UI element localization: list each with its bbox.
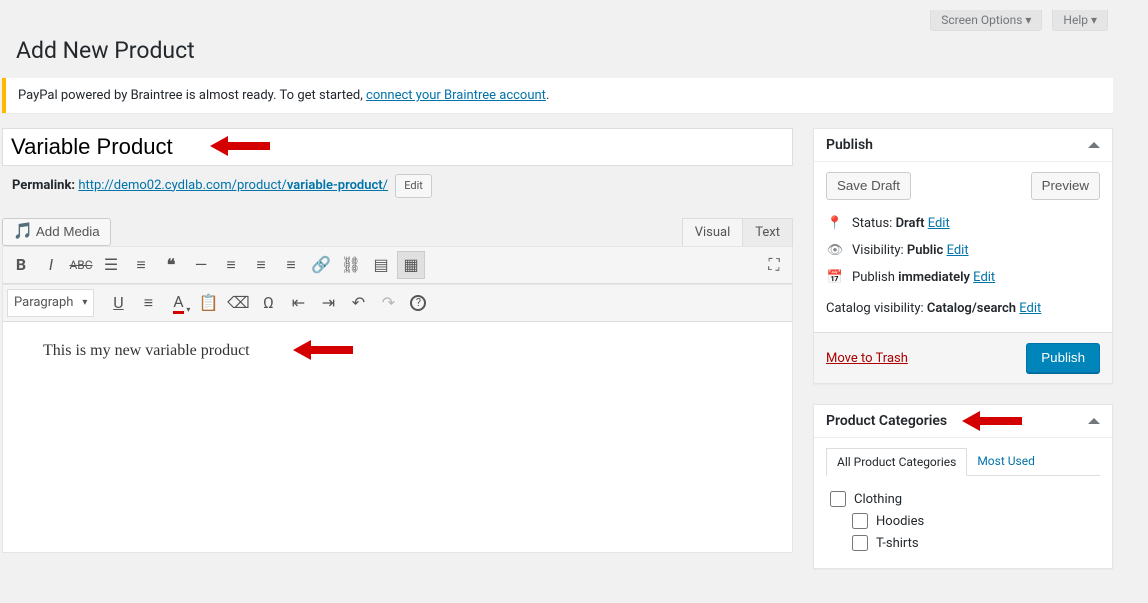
fullscreen-button[interactable]: ⛶: [760, 251, 788, 279]
italic-button[interactable]: I: [37, 251, 65, 279]
publish-box: Publish Save Draft Preview 📍 Status: Dra…: [813, 128, 1113, 384]
category-checkbox[interactable]: [852, 513, 868, 529]
edit-visibility-link[interactable]: Edit: [947, 243, 969, 258]
paragraph-select[interactable]: Paragraph: [7, 289, 94, 317]
bold-button[interactable]: B: [7, 251, 35, 279]
most-used-tab[interactable]: Most Used: [967, 448, 1045, 475]
publish-button[interactable]: Publish: [1026, 343, 1100, 373]
category-list[interactable]: Clothing Hoodies T-shirts: [826, 484, 1100, 558]
indent-button[interactable]: ⇥: [314, 289, 342, 317]
toggle-publish-icon[interactable]: [1088, 142, 1100, 148]
move-to-trash-link[interactable]: Move to Trash: [826, 351, 908, 366]
arrow-annotation: [962, 409, 1022, 433]
hr-button[interactable]: —: [187, 251, 215, 279]
kitchen-sink-button[interactable]: ▦: [397, 251, 425, 279]
pin-icon: 📍: [826, 216, 844, 231]
all-categories-tab[interactable]: All Product Categories: [826, 448, 967, 476]
special-char-button[interactable]: Ω: [254, 289, 282, 317]
calendar-icon: 📅: [826, 270, 844, 285]
align-left-button[interactable]: ≡: [217, 251, 245, 279]
publish-heading: Publish: [826, 137, 873, 153]
link-button[interactable]: 🔗: [307, 251, 335, 279]
edit-status-link[interactable]: Edit: [928, 216, 950, 231]
clear-format-button[interactable]: ⌫: [224, 289, 252, 317]
blockquote-button[interactable]: ❝: [157, 251, 185, 279]
align-center-button[interactable]: ≡: [247, 251, 275, 279]
category-checkbox[interactable]: [852, 535, 868, 551]
text-tab[interactable]: Text: [742, 219, 792, 246]
add-media-button[interactable]: 🎵 Add Media: [2, 218, 111, 246]
preview-button[interactable]: Preview: [1031, 172, 1100, 200]
category-item[interactable]: Hoodies: [852, 510, 1096, 532]
text-color-button[interactable]: A: [164, 289, 192, 317]
paste-text-button[interactable]: 📋: [194, 289, 222, 317]
category-item[interactable]: T-shirts: [852, 532, 1096, 554]
braintree-notice: PayPal powered by Braintree is almost re…: [2, 78, 1113, 113]
bullet-list-button[interactable]: ☰: [97, 251, 125, 279]
save-draft-button[interactable]: Save Draft: [826, 172, 911, 200]
redo-button[interactable]: ↷: [374, 289, 402, 317]
eye-icon: 👁: [826, 243, 844, 258]
braintree-connect-link[interactable]: connect your Braintree account: [366, 88, 546, 103]
category-item[interactable]: Clothing: [830, 488, 1096, 510]
visual-tab[interactable]: Visual: [683, 219, 743, 246]
arrow-annotation: [293, 338, 353, 362]
editor-toolbar-row2: Paragraph U ≡ A 📋 ⌫ Ω ⇤ ⇥ ↶ ↷ ?: [3, 284, 792, 322]
toggle-categories-icon[interactable]: [1088, 418, 1100, 424]
media-icon: 🎵: [13, 219, 33, 245]
editor-content[interactable]: This is my new variable product: [3, 322, 792, 552]
editor-toolbar-row1: B I ABC ☰ ≡ ❝ — ≡ ≡ ≡ 🔗 ⛓ ▤ ▦ ⛶: [3, 247, 792, 284]
screen-options-tab[interactable]: Screen Options ▾: [930, 10, 1042, 31]
product-title-input[interactable]: [2, 128, 793, 166]
category-checkbox[interactable]: [830, 491, 846, 507]
strike-button[interactable]: ABC: [67, 251, 95, 279]
number-list-button[interactable]: ≡: [127, 251, 155, 279]
edit-catalog-link[interactable]: Edit: [1019, 301, 1041, 316]
permalink-link[interactable]: http://demo02.cydlab.com/product/variabl…: [78, 178, 388, 193]
outdent-button[interactable]: ⇤: [284, 289, 312, 317]
permalink-row: Permalink: http://demo02.cydlab.com/prod…: [2, 166, 793, 206]
page-title: Add New Product: [16, 37, 1128, 64]
help-button[interactable]: ?: [404, 289, 432, 317]
categories-heading: Product Categories: [826, 413, 947, 429]
help-tab[interactable]: Help ▾: [1052, 10, 1108, 31]
unlink-button[interactable]: ⛓: [337, 251, 365, 279]
align-right-button[interactable]: ≡: [277, 251, 305, 279]
categories-box: Product Categories All Product Categorie…: [813, 404, 1113, 569]
edit-date-link[interactable]: Edit: [973, 270, 995, 285]
edit-slug-button[interactable]: Edit: [395, 174, 432, 198]
undo-button[interactable]: ↶: [344, 289, 372, 317]
underline-button[interactable]: U: [104, 289, 132, 317]
align-justify-button[interactable]: ≡: [134, 289, 162, 317]
more-button[interactable]: ▤: [367, 251, 395, 279]
